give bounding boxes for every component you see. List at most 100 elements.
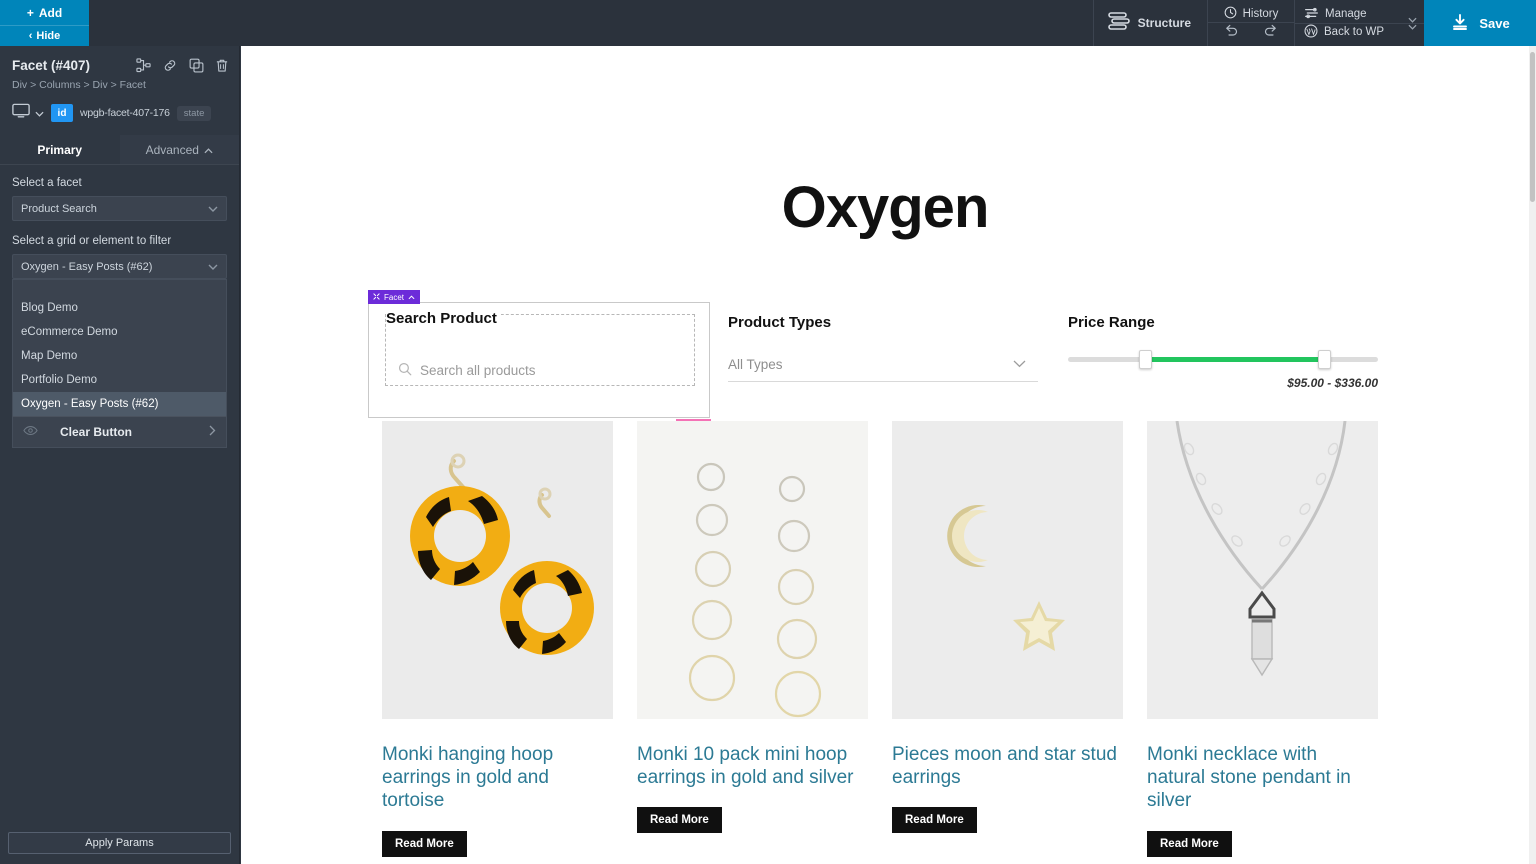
list-item[interactable]: eCommerce Demo	[13, 320, 226, 344]
product-title[interactable]: Monki 10 pack mini hoop earrings in gold…	[637, 743, 868, 789]
product-types-chevron-down-icon	[1013, 359, 1038, 371]
clear-button-left: Clear Button	[23, 425, 132, 439]
save-label: Save	[1479, 15, 1510, 31]
read-more-button[interactable]: Read More	[892, 807, 977, 834]
id-badge[interactable]: id	[51, 104, 73, 122]
element-id-row: id wpgb-facet-407-176 state	[0, 97, 239, 135]
grid-select[interactable]: Oxygen - Easy Posts (#62)	[12, 254, 227, 279]
product-card: Pieces moon and star stud earrings Read …	[892, 421, 1123, 857]
product-card: Monki hanging hoop earrings in gold and …	[382, 421, 613, 857]
save-button[interactable]: Save	[1424, 0, 1536, 46]
product-title[interactable]: Monki hanging hoop earrings in gold and …	[382, 743, 613, 813]
manage-icon	[1304, 6, 1319, 23]
left-panel: Facet (#407) Div > Columns > Div > Facet…	[0, 46, 240, 864]
clear-button-row[interactable]: Clear Button	[13, 416, 226, 447]
device-selector[interactable]	[12, 103, 44, 123]
tab-primary-label: Primary	[37, 142, 83, 157]
facet-badge-label: Facet	[384, 292, 405, 302]
grid-select-value: Oxygen - Easy Posts (#62)	[21, 260, 153, 273]
trash-icon[interactable]	[215, 58, 229, 73]
panel-body: Select a facet Product Search Select a g…	[0, 165, 239, 824]
read-more-button[interactable]: Read More	[1147, 830, 1232, 857]
tab-primary[interactable]: Primary	[0, 135, 120, 164]
clock-icon	[1224, 6, 1237, 22]
price-range-max-handle[interactable]	[1318, 350, 1331, 369]
canvas-scrollbar-thumb[interactable]	[1530, 52, 1535, 202]
facet-badge[interactable]: Facet	[368, 290, 421, 304]
product-card: Monki necklace with natural stone pendan…	[1147, 421, 1378, 857]
sitemap-icon[interactable]	[136, 58, 151, 73]
wordpress-icon	[1304, 24, 1318, 41]
facet-field-label: Select a facet	[12, 177, 82, 189]
product-image-stone-pendant-necklace[interactable]	[1147, 421, 1378, 719]
read-more-button[interactable]: Read More	[382, 830, 467, 857]
history-group: History	[1207, 0, 1294, 46]
breadcrumb[interactable]: Div > Columns > Div > Facet	[12, 79, 229, 91]
chevron-left-icon: ‹	[28, 30, 33, 42]
facet-move-icon	[373, 292, 380, 302]
panel-header-icons	[136, 58, 229, 73]
product-types-filter: Product Types All Types	[728, 314, 1038, 382]
facet-widget[interactable]: Facet Search Product Search all products	[368, 290, 710, 418]
list-item[interactable]: Blog Demo	[13, 296, 226, 320]
product-types-title: Product Types	[728, 314, 832, 331]
product-grid: Monki hanging hoop earrings in gold and …	[241, 421, 1529, 857]
apply-params-button[interactable]: Apply Params	[8, 832, 231, 854]
manage-caret-column	[1400, 17, 1424, 30]
product-title[interactable]: Monki necklace with natural stone pendan…	[1147, 743, 1378, 813]
history-label: History	[1242, 8, 1279, 20]
structure-group: Structure	[1092, 0, 1207, 46]
list-item[interactable]: Portfolio Demo	[13, 368, 226, 392]
element-id-value[interactable]: wpgb-facet-407-176	[80, 107, 170, 119]
add-hide-group: + Add ‹ Hide	[0, 0, 89, 46]
canvas-scrollbar[interactable]	[1529, 46, 1536, 864]
price-range-value: $95.00 - $336.00	[1287, 376, 1378, 390]
plus-icon: +	[26, 5, 34, 20]
filters-row: Facet Search Product Search all products	[241, 290, 1529, 433]
device-chevron-down-icon	[35, 104, 44, 122]
list-item[interactable]: Map Demo	[13, 344, 226, 368]
back-to-wp-label: Back to WP	[1324, 26, 1385, 38]
hide-button[interactable]: ‹ Hide	[0, 25, 89, 46]
product-image-mini-hoop-earrings-set[interactable]	[637, 421, 868, 719]
desktop-icon	[12, 103, 30, 123]
link-icon[interactable]	[162, 58, 178, 73]
redo-icon[interactable]	[1263, 23, 1278, 40]
add-button[interactable]: + Add	[0, 0, 89, 25]
tab-advanced-chevron-icon	[204, 143, 213, 157]
product-image-tortoise-hoop-earrings[interactable]	[382, 421, 613, 719]
price-range-fill	[1142, 357, 1326, 362]
back-to-wp-chevron-down-icon[interactable]	[1400, 22, 1424, 30]
undo-icon[interactable]	[1224, 23, 1239, 40]
product-types-value: All Types	[728, 357, 783, 372]
panel-header: Facet (#407) Div > Columns > Div > Facet	[0, 46, 239, 97]
product-image-moon-star-studs[interactable]	[892, 421, 1123, 719]
structure-button[interactable]: Structure	[1094, 0, 1207, 46]
hide-button-label: Hide	[36, 30, 61, 42]
search-input[interactable]: Search all products	[398, 362, 536, 379]
product-types-select[interactable]: All Types	[728, 357, 1038, 382]
history-button[interactable]: History	[1208, 6, 1294, 22]
top-toolbar: + Add ‹ Hide Structure History Manage Ba…	[0, 0, 1536, 46]
read-more-button[interactable]: Read More	[637, 807, 722, 834]
state-pill[interactable]: state	[176, 105, 212, 121]
back-to-wp-button[interactable]: Back to WP	[1295, 22, 1400, 41]
panel-footer: Apply Params	[0, 824, 239, 864]
facet-select[interactable]: Product Search	[12, 196, 227, 221]
duplicate-icon[interactable]	[189, 58, 204, 73]
price-range-min-handle[interactable]	[1139, 350, 1152, 369]
price-range-slider[interactable]	[1068, 350, 1378, 369]
structure-label: Structure	[1137, 16, 1191, 30]
grid-field-label: Select a grid or element to filter	[12, 235, 172, 247]
product-title[interactable]: Pieces moon and star stud earrings	[892, 743, 1123, 789]
list-item[interactable]: Oxygen - Easy Posts (#62)	[13, 392, 226, 416]
tab-advanced[interactable]: Advanced	[119, 135, 239, 164]
facet-badge-chevron-up-icon	[408, 293, 415, 302]
undo-redo-row	[1208, 22, 1294, 40]
grid-dropdown-list: Blog Demo eCommerce Demo Map Demo Portfo…	[12, 279, 227, 448]
eye-icon[interactable]	[23, 425, 38, 439]
manage-button[interactable]: Manage	[1295, 6, 1400, 23]
chevron-right-icon	[209, 425, 216, 439]
facet-select-value: Product Search	[21, 202, 97, 215]
